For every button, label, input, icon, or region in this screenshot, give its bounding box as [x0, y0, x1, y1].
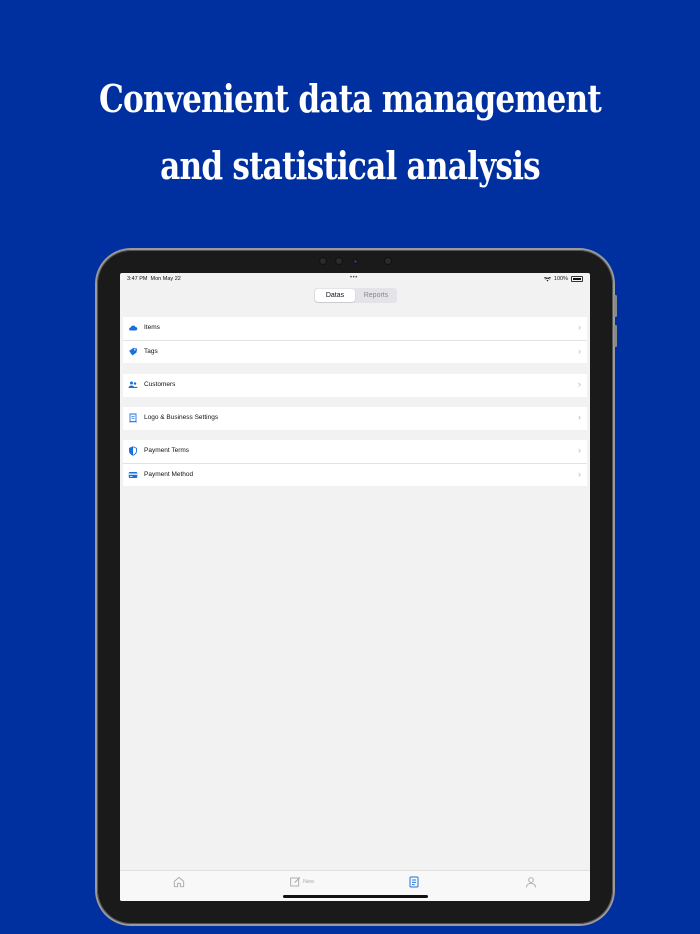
multitask-dots[interactable]: ••• — [350, 275, 358, 281]
people-icon — [128, 381, 138, 388]
volume-button — [614, 295, 617, 317]
tab-bar: New — [120, 870, 590, 901]
list-item-label: Logo & Business Settings — [144, 414, 219, 421]
list-item-label: Items — [144, 324, 160, 331]
list-item-payment-terms[interactable]: Payment Terms › — [123, 440, 587, 464]
status-bar: 3:47 PM Mon May 22 ••• 100% — [120, 273, 590, 285]
chevron-right-icon: › — [578, 379, 581, 389]
compose-icon[interactable] — [289, 876, 303, 888]
person-icon[interactable] — [524, 876, 538, 888]
ipad-device-frame: 3:47 PM Mon May 22 ••• 100% Datas Report… — [97, 250, 617, 924]
settings-group-catalog: Items › Tags › — [123, 317, 587, 363]
settings-group-payment: Payment Terms › Payment Method › — [123, 440, 587, 486]
volume-button — [614, 325, 617, 347]
tab-reports[interactable]: Reports — [356, 289, 396, 302]
status-date-text: Mon May 22 — [150, 276, 181, 282]
list-item-tags[interactable]: Tags › — [123, 341, 587, 364]
status-time: 3:47 PM Mon May 22 — [127, 276, 181, 282]
list-item-label: Payment Terms — [144, 447, 190, 454]
sensor-icon — [353, 259, 358, 264]
document-icon — [129, 413, 137, 423]
chevron-right-icon: › — [578, 468, 581, 479]
list-item-logo-business-settings[interactable]: Logo & Business Settings › — [123, 407, 587, 430]
status-right: 100% — [543, 276, 583, 282]
status-time-text: 3:47 PM — [127, 276, 148, 282]
chevron-right-icon: › — [578, 445, 581, 455]
app-screen: 3:47 PM Mon May 22 ••• 100% Datas Report… — [120, 273, 590, 901]
battery-icon — [571, 276, 583, 282]
camera-icon — [335, 257, 343, 265]
list-icon[interactable] — [407, 876, 421, 888]
credit-card-icon — [128, 471, 138, 478]
segmented-control: Datas Reports — [314, 288, 397, 303]
tab-datas[interactable]: Datas — [315, 289, 355, 302]
list-item-label: Tags — [144, 347, 158, 355]
sensor-icon — [319, 257, 327, 265]
settings-group-business: Logo & Business Settings › — [123, 407, 587, 430]
sensor-icon — [384, 257, 392, 265]
list-item-items[interactable]: Items › — [123, 317, 587, 341]
cloud-icon — [129, 325, 138, 331]
list-item-payment-method[interactable]: Payment Method › — [123, 464, 587, 487]
list-item-label: Payment Method — [144, 470, 194, 478]
headline-line-2: and statistical analysis — [160, 143, 541, 188]
battery-percent: 100% — [553, 276, 568, 282]
tab-new-label[interactable]: New — [303, 879, 314, 885]
tag-icon — [129, 347, 138, 355]
settings-group-customers: Customers › — [123, 374, 587, 397]
list-item-label: Customers — [144, 381, 176, 388]
list-item-customers[interactable]: Customers › — [123, 374, 587, 397]
home-indicator[interactable] — [283, 895, 428, 898]
shield-icon — [129, 446, 137, 456]
chevron-right-icon: › — [578, 412, 581, 422]
headline-line-1: Convenient data management — [99, 76, 602, 121]
chevron-right-icon: › — [578, 345, 581, 356]
wifi-icon — [543, 276, 551, 281]
home-icon[interactable] — [172, 876, 186, 888]
chevron-right-icon: › — [578, 322, 581, 332]
